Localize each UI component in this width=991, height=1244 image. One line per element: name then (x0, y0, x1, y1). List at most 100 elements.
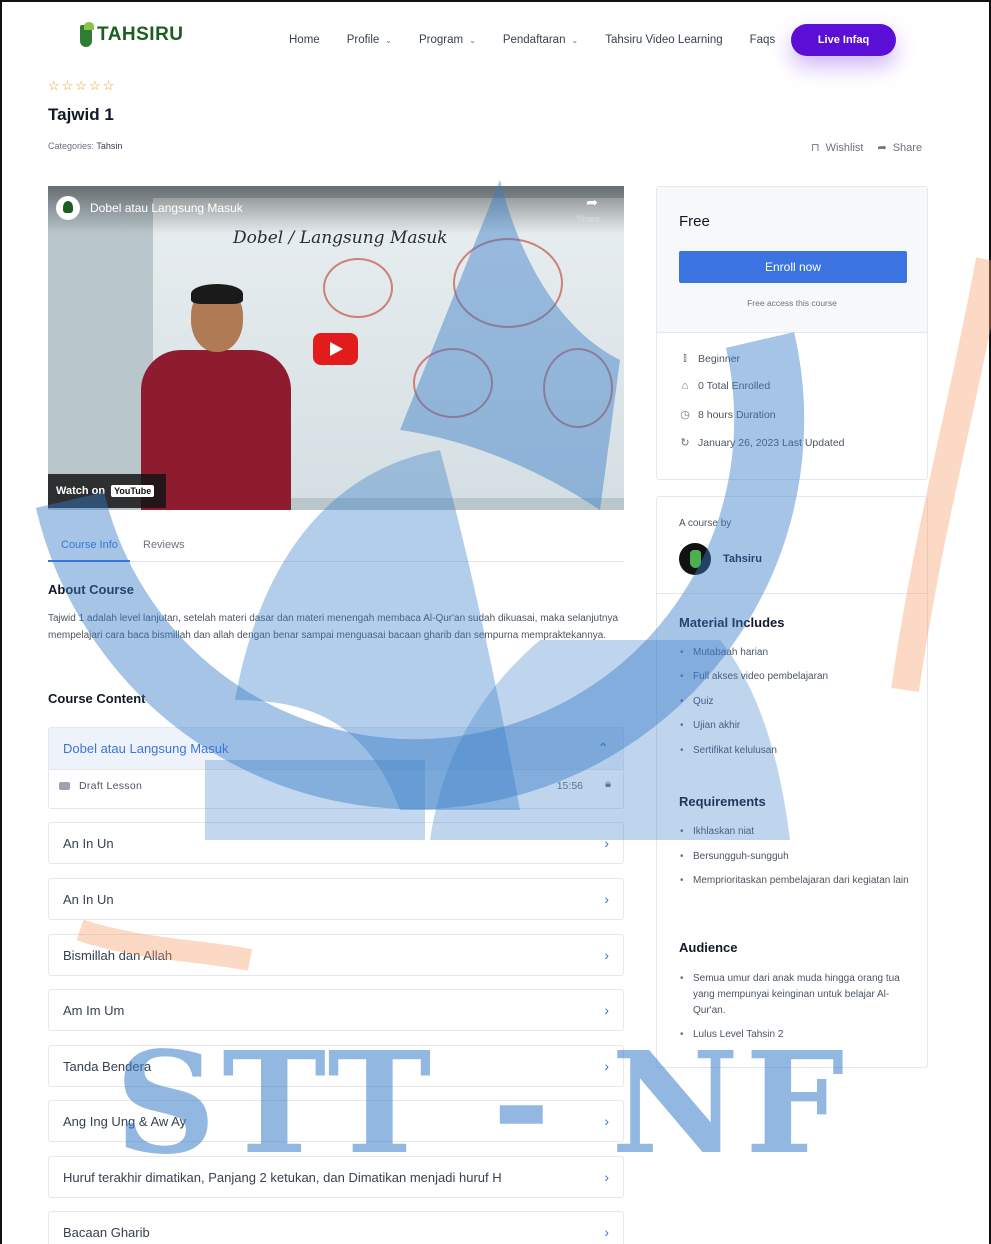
top-navbar: TAHSIRU Home Profile ⌄ Program ⌄ Pendaftar… (0, 0, 991, 80)
share-button[interactable]: ➦ Share (877, 141, 922, 154)
nav-item-profile[interactable]: Profile ⌄ (347, 34, 392, 46)
chevron-right-icon: › (604, 1224, 609, 1240)
course-enrolled: ⌂ 0 Total Enrolled (679, 380, 771, 392)
topic-accordion[interactable]: An In Un › (48, 822, 624, 864)
chevron-right-icon: › (604, 1169, 609, 1185)
tab-course-info[interactable]: Course Info (61, 539, 118, 551)
chevron-right-icon: › (604, 1002, 609, 1018)
free-access-note: Free access this course (747, 298, 837, 308)
topic-accordion[interactable]: Am Im Um › (48, 989, 624, 1031)
category-link[interactable]: Tahsin (96, 141, 122, 151)
board-drawing (453, 238, 563, 328)
youtube-logo-icon: YouTube (111, 485, 155, 497)
chevron-down-icon: ⌄ (571, 35, 579, 45)
video-share-icon[interactable]: ➦ (580, 194, 604, 211)
list-item: Full akses video pembelajaran (679, 669, 909, 685)
course-categories: Categories: Tahsin (48, 141, 123, 151)
logo-text: TAHSIRU (97, 24, 184, 45)
list-item: Ikhlaskan niat (679, 824, 909, 840)
topic-accordion[interactable]: An In Un › (48, 878, 624, 920)
audience-heading: Audience (679, 940, 738, 955)
chevron-down-icon: ⌄ (469, 35, 476, 45)
lock-icon: 🔒︎ (605, 778, 611, 790)
tab-reviews[interactable]: Reviews (143, 539, 185, 551)
channel-avatar-icon[interactable] (56, 196, 80, 220)
play-button-icon[interactable] (313, 333, 358, 365)
list-item: Lulus Level Tahsin 2 (679, 1027, 909, 1043)
chevron-right-icon: › (604, 1113, 609, 1129)
nav-item-faqs[interactable]: Faqs (750, 34, 776, 46)
lesson-name: Draft Lesson (79, 780, 143, 792)
course-updated: ↻ January 26, 2023 Last Updated (680, 436, 845, 450)
board-drawing (543, 348, 613, 428)
about-heading: About Course (48, 582, 134, 597)
enroll-card: Free Enroll now Free access this course … (656, 186, 928, 480)
instructor-name[interactable]: Tahsiru (723, 553, 762, 565)
logo-icon (78, 22, 96, 48)
list-item: Bersungguh-sungguh (679, 849, 909, 865)
board-drawing (413, 348, 493, 418)
course-actions: ⊓ Wishlist ➦ Share (811, 141, 922, 154)
topic-title: Bismillah dan Allah (63, 948, 173, 963)
topic-accordion[interactable]: Bacaan Gharib › (48, 1211, 624, 1244)
topic-accordion[interactable]: Tanda Bendera › (48, 1045, 624, 1087)
active-tab-indicator (48, 560, 130, 562)
topic-title: An In Un (63, 892, 114, 907)
main-menu: Home Profile ⌄ Program ⌄ Pendaftaran ⌄ Tahs… (289, 34, 775, 46)
topic-title: Ang Ing Ung & Aw Ay (63, 1114, 187, 1129)
list-item: Ujian akhir (679, 718, 909, 734)
chevron-right-icon: › (604, 835, 609, 851)
topic-title: Dobel atau Langsung Masuk (63, 741, 229, 756)
video-share-label: Share (576, 214, 601, 224)
video-title[interactable]: Dobel atau Langsung Masuk (90, 201, 243, 215)
course-details-card: A course by Tahsiru Material Includes Mu… (656, 496, 928, 1068)
course-tabs: Course Info Reviews (48, 536, 624, 562)
course-content-heading: Course Content (48, 691, 146, 706)
refresh-icon: ↻ (680, 437, 690, 449)
wishlist-button[interactable]: ⊓ Wishlist (811, 141, 863, 154)
video-player[interactable]: Dobel / Langsung Masuk Dobel atau Langsu… (48, 186, 624, 510)
chevron-right-icon: › (604, 1058, 609, 1074)
topic-accordion[interactable]: Bismillah dan Allah › (48, 934, 624, 976)
graduation-cap-icon: ⌂ (681, 380, 689, 392)
lesson-item[interactable]: Draft Lesson 15:56 🔒︎ (59, 776, 615, 800)
requirements-heading: Requirements (679, 794, 766, 809)
list-item: Sertifikat kelulusan (679, 743, 909, 759)
video-icon (59, 782, 70, 790)
chevron-right-icon: › (604, 891, 609, 907)
list-item: Memprioritaskan pembelajaran dari kegiat… (679, 873, 909, 889)
clock-icon: ◷ (680, 409, 690, 421)
rating-stars[interactable]: ☆☆☆☆☆ (48, 78, 116, 94)
topic-title: Tanda Bendera (63, 1059, 152, 1074)
course-duration: ◷ 8 hours Duration (680, 408, 776, 422)
topic-title: Bacaan Gharib (63, 1225, 150, 1240)
topic-title: Huruf terakhir dimatikan, Panjang 2 ketu… (63, 1170, 502, 1185)
site-logo[interactable]: TAHSIRU (78, 22, 184, 48)
nav-item-program[interactable]: Program ⌄ (419, 34, 476, 46)
topic-accordion[interactable]: Ang Ing Ung & Aw Ay › (48, 1100, 624, 1142)
chevron-down-icon: ⌄ (385, 35, 392, 45)
bookmark-icon: ⊓ (811, 142, 820, 154)
about-text: Tajwid 1 adalah level lanjutan, setelah … (48, 613, 619, 641)
nav-item-pendaftaran[interactable]: Pendaftaran ⌄ (503, 34, 578, 46)
board-drawing (323, 258, 393, 318)
list-item: Mutabaah harian (679, 645, 909, 661)
chevron-up-icon: ⌃ (597, 740, 609, 756)
list-item: Semua umur dari anak muda hingga orang t… (679, 971, 909, 1019)
watch-on-youtube-button[interactable]: Watch on YouTube (48, 474, 166, 508)
materials-heading: Material Includes (679, 615, 785, 630)
enroll-now-button[interactable]: Enroll now (679, 251, 907, 283)
nav-item-home[interactable]: Home (289, 34, 320, 46)
instructor-avatar[interactable] (679, 543, 711, 575)
nav-item-video-learning[interactable]: Tahsiru Video Learning (605, 34, 722, 46)
topic-accordion[interactable]: Dobel atau Langsung Masuk ⌃ Draft Lesson… (48, 727, 624, 809)
level-bars-icon: ⫾ (683, 352, 687, 364)
live-infaq-button[interactable]: Live Infaq (791, 24, 896, 56)
course-level: ⫾ Beginner (679, 352, 740, 365)
topic-accordion[interactable]: Huruf terakhir dimatikan, Panjang 2 ketu… (48, 1156, 624, 1198)
list-item: Quiz (679, 694, 909, 710)
chevron-right-icon: › (604, 947, 609, 963)
presenter-hair (191, 284, 243, 304)
share-icon: ➦ (877, 142, 887, 154)
course-title: Tajwid 1 (48, 105, 114, 124)
